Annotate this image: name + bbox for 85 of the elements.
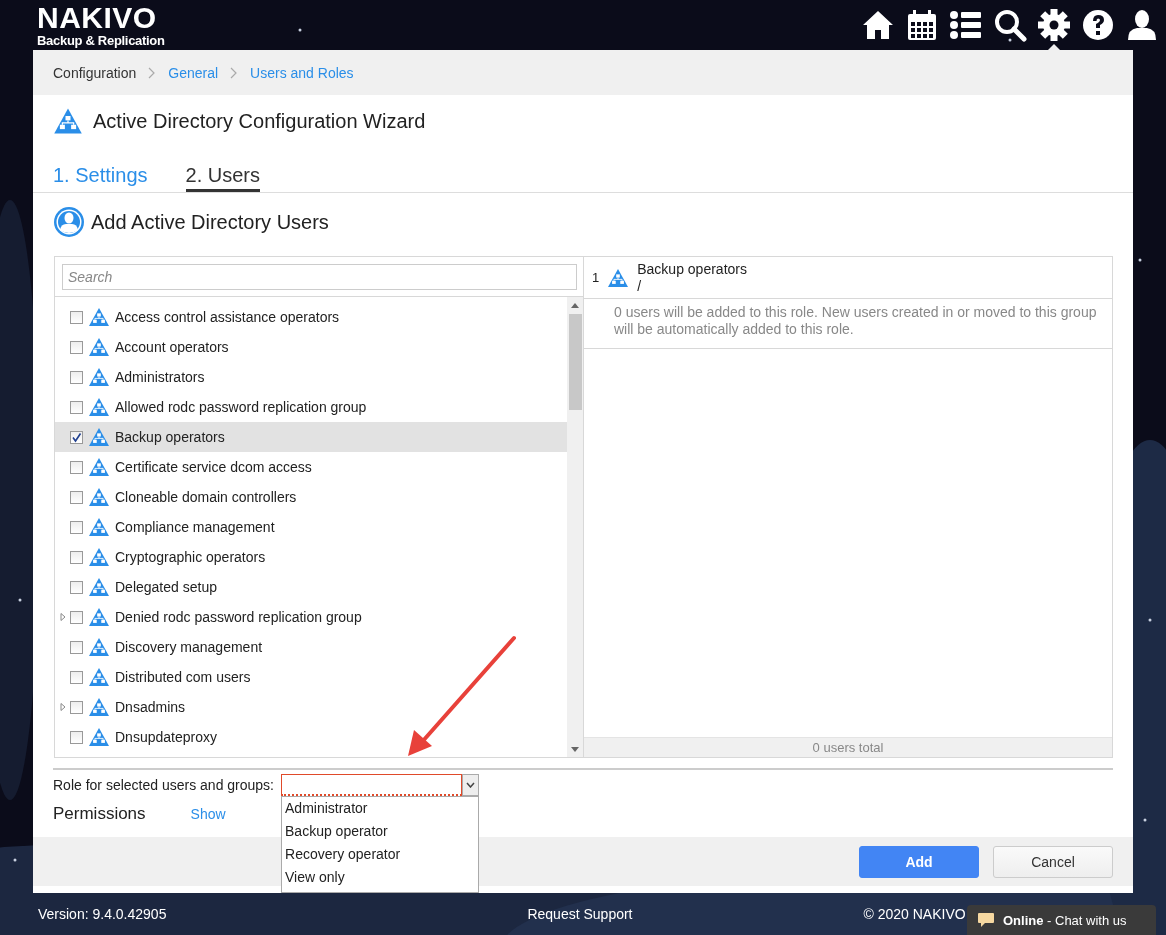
- group-icon: [88, 577, 110, 597]
- show-link[interactable]: Show: [190, 805, 226, 822]
- scroll-up-icon[interactable]: [571, 302, 579, 308]
- wizard-title: Active Directory Configuration Wizard: [93, 109, 426, 133]
- group-list-item[interactable]: Dnsadmins: [55, 692, 567, 722]
- group-list-item[interactable]: Administrators: [55, 362, 567, 392]
- group-list-item[interactable]: Delegated setup: [55, 572, 567, 602]
- scroll-thumb[interactable]: [568, 314, 582, 410]
- group-icon: [88, 517, 110, 537]
- checkbox[interactable]: [70, 490, 83, 504]
- group-icon: [88, 697, 110, 717]
- role-label: Role for selected users and groups:: [53, 777, 274, 793]
- group-list-item[interactable]: Backup operators: [55, 422, 567, 452]
- group-list-item[interactable]: Dnsupdateproxy: [55, 722, 567, 752]
- users-total: 0 users total: [584, 737, 1112, 757]
- group-list-item[interactable]: Access control assistance operators: [55, 302, 567, 332]
- copyright-text: © 2020 NAKIVO: [863, 906, 966, 922]
- group-name: Backup operators: [637, 260, 747, 278]
- breadcrumb-item: Configuration: [53, 64, 137, 81]
- checkbox[interactable]: [70, 400, 83, 414]
- group-icon: [88, 307, 110, 327]
- group-list-item[interactable]: Denied rodc password replication group: [55, 602, 567, 632]
- wizard-step-tab[interactable]: 2. Users: [185, 161, 260, 192]
- group-note: 0 users will be added to this role. New users created in or moved to this group will be automatically added to this role.: [584, 299, 1112, 349]
- group-list-item[interactable]: Cryptographic operators: [55, 542, 567, 572]
- group-icon: [88, 727, 110, 747]
- checkbox[interactable]: [70, 550, 83, 564]
- checkbox[interactable]: [70, 670, 83, 684]
- add-button[interactable]: Add: [859, 845, 979, 878]
- cancel-button[interactable]: Cancel: [993, 845, 1113, 878]
- group-icon: [88, 637, 110, 657]
- dropdown-option[interactable]: View only: [282, 866, 478, 889]
- chat-widget[interactable]: Online - Chat with us: [967, 905, 1156, 935]
- group-list-item[interactable]: Discovery management: [55, 632, 567, 662]
- checkbox[interactable]: [70, 730, 83, 744]
- checkbox[interactable]: [70, 460, 83, 474]
- group-icon: [88, 547, 110, 567]
- group-list-item[interactable]: Certificate service dcom access: [55, 452, 567, 482]
- checkbox[interactable]: [70, 520, 83, 534]
- checkbox[interactable]: [70, 370, 83, 384]
- permissions-label: Permissions: [53, 803, 146, 824]
- section-title: Add Active Directory Users: [91, 210, 329, 234]
- group-icon: [88, 427, 110, 447]
- checkbox[interactable]: [70, 610, 83, 624]
- row-number: 1: [592, 270, 600, 285]
- checkbox[interactable]: [70, 580, 83, 594]
- group-icon: [88, 667, 110, 687]
- expand-icon[interactable]: [59, 613, 66, 621]
- version-text: Version: 9.4.0.42905: [38, 906, 167, 922]
- search-field[interactable]: Search: [62, 264, 577, 290]
- group-icon: [88, 487, 110, 507]
- expand-icon[interactable]: [59, 703, 66, 711]
- checkbox[interactable]: [70, 700, 83, 714]
- group-list-item[interactable]: Compliance management: [55, 512, 567, 542]
- group-icon: [88, 337, 110, 357]
- support-link[interactable]: Request Support: [527, 906, 633, 922]
- chevron-icon: [230, 66, 239, 79]
- group-list-item[interactable]: Allowed rodc password replication group: [55, 392, 567, 422]
- group-path: /: [637, 277, 643, 295]
- group-list-item[interactable]: Cloneable domain controllers: [55, 482, 567, 512]
- checkbox[interactable]: [70, 430, 83, 444]
- wizard-step-tab[interactable]: 1. Settings: [53, 161, 148, 192]
- dropdown-option[interactable]: Recovery operator: [282, 843, 478, 866]
- scrollbar[interactable]: [567, 297, 583, 757]
- group-icon: [88, 607, 110, 627]
- chat-label: Online - Chat with us: [1003, 912, 1127, 928]
- group-icon: [88, 367, 110, 387]
- group-list-item[interactable]: Account operators: [55, 332, 567, 362]
- chevron-icon: [148, 66, 157, 79]
- logo-title: NAKIVO: [37, 3, 158, 33]
- group-icon: [88, 397, 110, 417]
- group-icon: [88, 457, 110, 477]
- user-icon: [53, 206, 85, 238]
- chat-bubble-icon: [977, 912, 995, 928]
- caret-icon: [466, 782, 475, 788]
- group-list-item[interactable]: Distributed com users: [55, 662, 567, 692]
- dropdown-option[interactable]: Administrator: [282, 797, 478, 820]
- checkbox[interactable]: [70, 340, 83, 354]
- scroll-down-icon[interactable]: [571, 747, 579, 753]
- dropdown-option[interactable]: Backup operator: [282, 820, 478, 843]
- checkbox[interactable]: [70, 310, 83, 324]
- checkbox[interactable]: [70, 640, 83, 654]
- group-icon: [53, 107, 83, 135]
- group-icon: [607, 267, 630, 288]
- logo-subtitle: Backup & Replication: [37, 34, 165, 47]
